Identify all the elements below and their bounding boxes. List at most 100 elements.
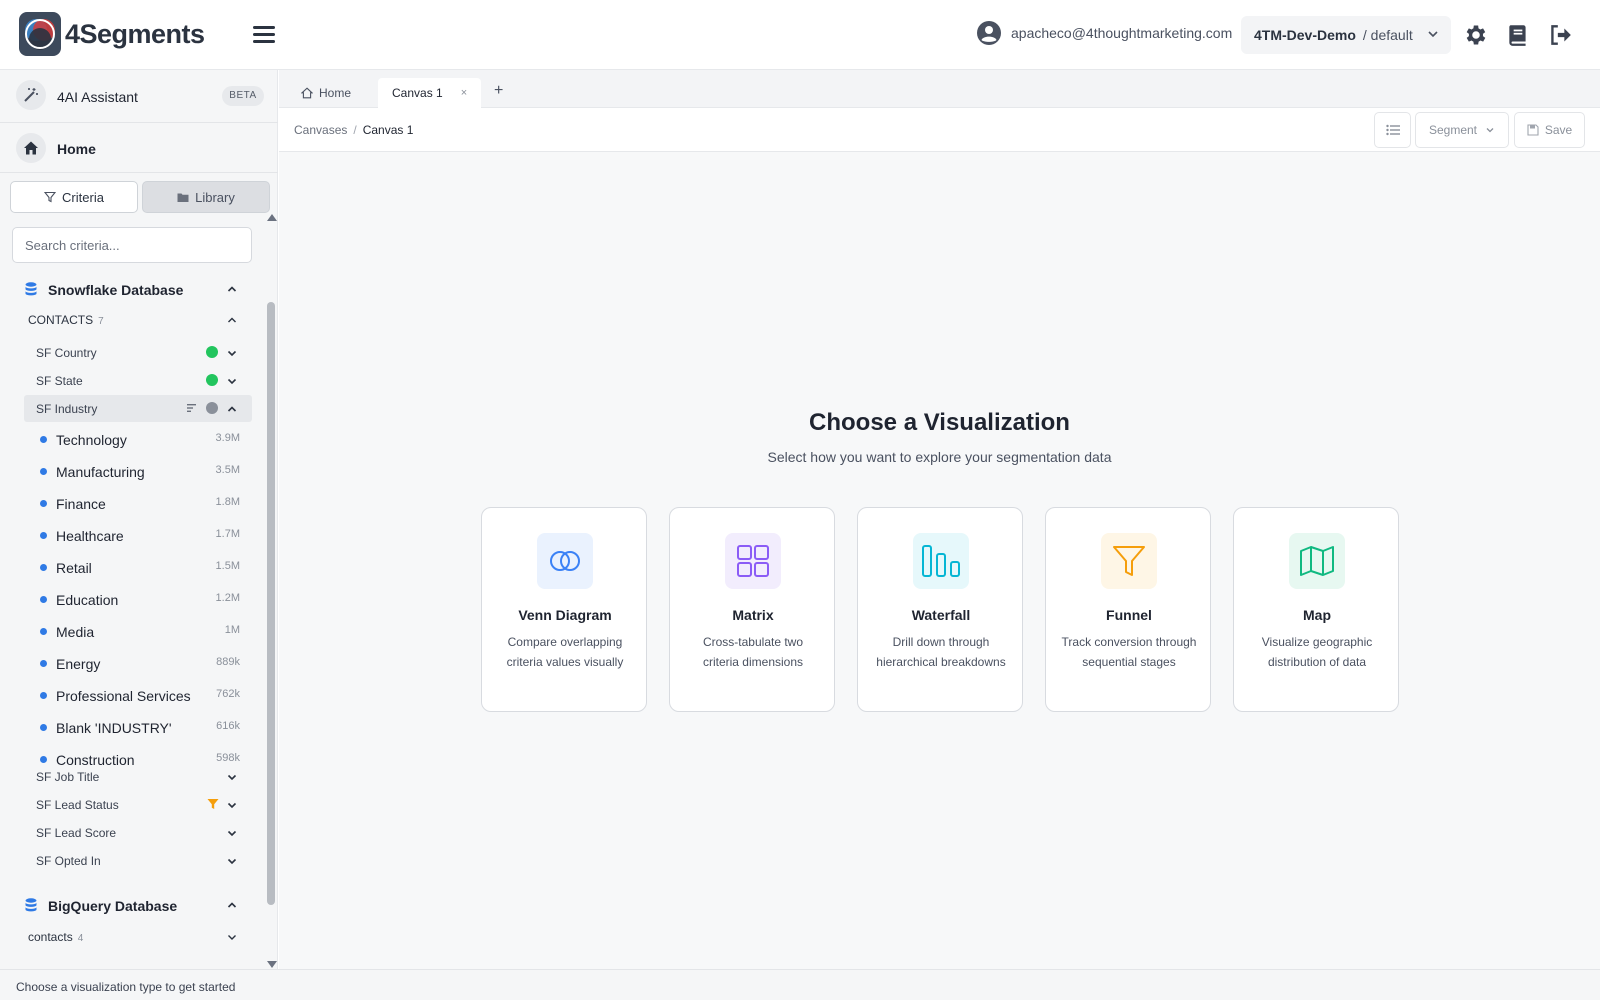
value-item[interactable]: Blank 'INDUSTRY' 616k <box>24 713 252 743</box>
close-icon[interactable]: × <box>461 87 467 99</box>
user-info[interactable]: apacheco@4thoughtmarketing.com <box>977 21 1232 45</box>
tab-canvas-1[interactable]: Canvas 1 × <box>378 78 482 108</box>
ai-assistant-item[interactable]: 4AI Assistant BETA <box>0 70 278 123</box>
home-label: Home <box>57 141 96 157</box>
object-bq-contacts[interactable]: contacts 4 <box>0 925 266 949</box>
page-title: Choose a Visualization <box>809 409 1070 436</box>
value-item[interactable]: Energy 889k <box>24 649 252 679</box>
object-name: CONTACTS <box>28 313 94 327</box>
sidebar-scrollbar[interactable] <box>266 214 277 968</box>
filter-icon <box>207 799 219 809</box>
field-sf-lead-score[interactable]: SF Lead Score <box>24 819 252 846</box>
app-logo[interactable]: 4Segments <box>19 12 205 56</box>
db-snowflake[interactable]: Snowflake Database <box>0 274 266 304</box>
scroll-down-arrow-icon[interactable] <box>267 961 277 968</box>
status-text: Choose a visualization type to get start… <box>16 980 236 994</box>
chevron-up-icon[interactable] <box>226 403 238 415</box>
chevron-down-icon[interactable] <box>226 799 238 811</box>
value-item[interactable]: Professional Services 762k <box>24 681 252 711</box>
waterfall-icon <box>913 533 969 589</box>
breadcrumb: Canvases / Canvas 1 <box>294 123 413 137</box>
viz-card-map[interactable]: Map Visualize geographic distribution of… <box>1233 507 1399 712</box>
segment-button[interactable]: Segment <box>1415 112 1509 148</box>
tab-criteria[interactable]: Criteria <box>10 181 138 213</box>
card-title: Map <box>1303 607 1331 623</box>
value-label: Retail <box>56 560 92 576</box>
value-count: 889k <box>216 656 240 668</box>
list-view-button[interactable] <box>1374 112 1411 148</box>
tab-library[interactable]: Library <box>142 181 270 213</box>
value-item[interactable]: Technology 3.9M <box>24 425 252 455</box>
tab-home[interactable]: Home <box>287 78 365 108</box>
database-icon <box>25 282 37 296</box>
chevron-up-icon[interactable] <box>226 314 238 326</box>
chevron-up-icon[interactable] <box>226 283 238 295</box>
sidebar-item-home[interactable]: Home <box>0 123 278 173</box>
menu-toggle-icon[interactable] <box>251 23 277 47</box>
value-item[interactable]: Education 1.2M <box>24 585 252 615</box>
value-item[interactable]: Manufacturing 3.5M <box>24 457 252 487</box>
chevron-down-icon <box>1428 31 1438 38</box>
tab-library-label: Library <box>195 189 235 205</box>
field-sf-lead-status[interactable]: SF Lead Status <box>24 791 252 818</box>
chevron-down-icon[interactable] <box>226 855 238 867</box>
value-label: Manufacturing <box>56 464 145 480</box>
field-label: SF Opted In <box>36 854 101 868</box>
globe-icon <box>206 374 218 386</box>
field-sf-job-title[interactable]: SF Job Title <box>24 763 252 790</box>
app-header: 4Segments apacheco@4thoughtmarketing.com… <box>0 0 1600 70</box>
org-selector[interactable]: 4TM-Dev-Demo / default <box>1241 16 1451 54</box>
save-button[interactable]: Save <box>1514 112 1585 148</box>
gear-icon[interactable] <box>1463 22 1489 48</box>
field-sf-industry[interactable]: SF Industry <box>24 395 252 422</box>
object-contacts[interactable]: CONTACTS 7 <box>0 308 266 332</box>
breadcrumb-canvases[interactable]: Canvases <box>294 123 347 137</box>
sort-lines-icon[interactable] <box>187 403 199 413</box>
breadcrumb-current: Canvas 1 <box>362 123 414 137</box>
value-item[interactable]: Finance 1.8M <box>24 489 252 519</box>
globe-icon <box>206 346 218 358</box>
field-sf-country[interactable]: SF Country <box>24 339 252 366</box>
value-dot-icon <box>40 596 47 603</box>
breadcrumb-bar: Canvases / Canvas 1 Segment Save <box>279 108 1600 152</box>
search-criteria-input[interactable] <box>12 227 252 263</box>
card-description: Cross-tabulate two criteria dimensions <box>702 635 804 669</box>
value-label: Technology <box>56 432 127 448</box>
value-item[interactable]: Retail 1.5M <box>24 553 252 583</box>
chevron-down-icon[interactable] <box>226 827 238 839</box>
value-count: 1M <box>224 624 240 636</box>
value-item[interactable]: Media 1M <box>24 617 252 647</box>
scroll-thumb[interactable] <box>267 302 275 905</box>
viz-card-venn[interactable]: Venn Diagram Compare overlapping criteri… <box>481 507 647 712</box>
viz-card-waterfall[interactable]: Waterfall Drill down through hierarchica… <box>857 507 1023 712</box>
card-title: Matrix <box>732 607 774 623</box>
folder-icon <box>177 193 189 202</box>
db-bigquery[interactable]: BigQuery Database <box>0 890 266 920</box>
logout-icon[interactable] <box>1547 22 1573 48</box>
value-label: Blank 'INDUSTRY' <box>56 720 172 736</box>
chevron-down-icon[interactable] <box>226 771 238 783</box>
chevron-down-icon[interactable] <box>226 347 238 359</box>
value-label: Healthcare <box>56 528 124 544</box>
field-sf-state[interactable]: SF State <box>24 367 252 394</box>
object-bq-contacts-label: contacts 4 <box>28 930 83 944</box>
ai-assistant-label: 4AI Assistant <box>57 89 138 105</box>
chevron-down-icon[interactable] <box>226 931 238 943</box>
book-icon[interactable] <box>1505 22 1531 48</box>
add-tab-button[interactable]: + <box>494 82 503 100</box>
object-count: 7 <box>98 316 104 327</box>
field-sf-opted-in[interactable]: SF Opted In <box>24 847 252 874</box>
chevron-up-icon[interactable] <box>226 899 238 911</box>
value-dot-icon <box>40 564 47 571</box>
grid-icon <box>725 533 781 589</box>
chevron-down-icon[interactable] <box>226 375 238 387</box>
object-name: contacts <box>28 930 73 944</box>
field-label: SF Lead Score <box>36 826 117 840</box>
save-icon <box>1527 124 1539 136</box>
scroll-up-arrow-icon[interactable] <box>267 214 277 221</box>
viz-card-funnel[interactable]: Funnel Track conversion through sequenti… <box>1045 507 1211 712</box>
viz-card-matrix[interactable]: Matrix Cross-tabulate two criteria dimen… <box>669 507 835 712</box>
value-label: Education <box>56 592 119 608</box>
value-count: 3.5M <box>215 464 240 476</box>
value-item[interactable]: Healthcare 1.7M <box>24 521 252 551</box>
